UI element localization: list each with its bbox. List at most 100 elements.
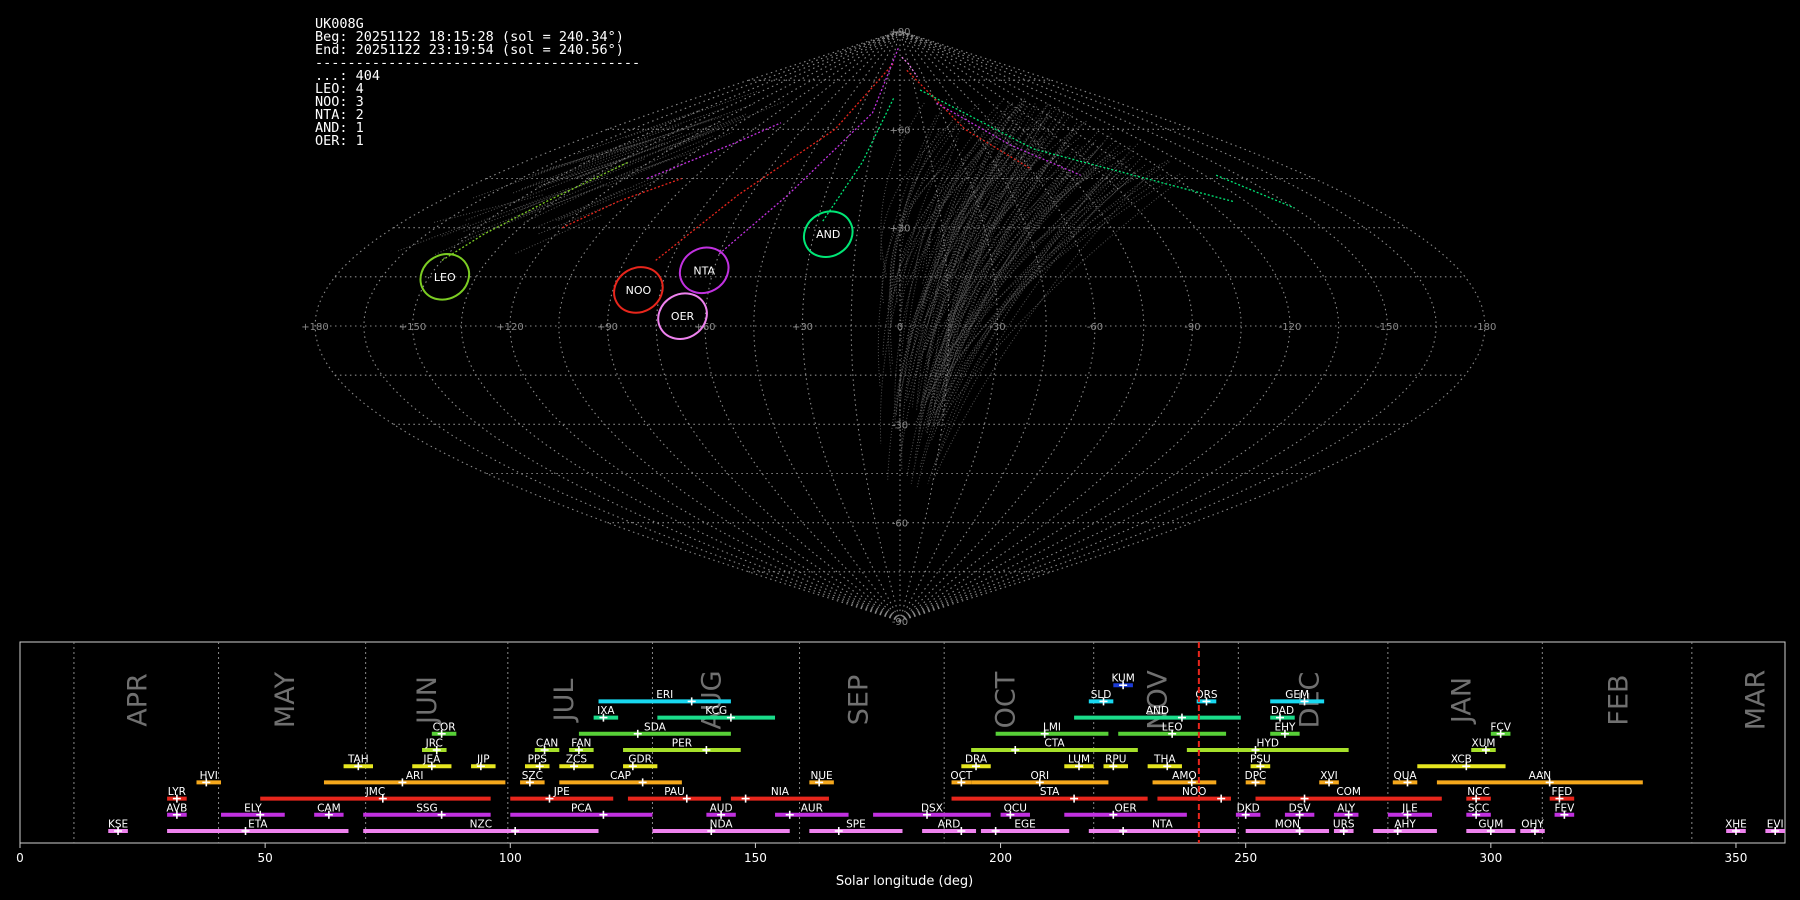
shower-label-sda: SDA: [644, 721, 667, 733]
latitude-label: -60: [892, 519, 908, 530]
shower-label-pau: PAU: [664, 786, 685, 798]
sporadic-trail: [577, 108, 703, 155]
sporadic-trail: [917, 129, 1016, 443]
shower-label-ehy: EHY: [1274, 721, 1296, 733]
shower-label-evi: EVI: [1767, 819, 1784, 831]
shower-label-rpu: RPU: [1105, 754, 1126, 766]
shower-label-ncc: NCC: [1467, 786, 1490, 798]
latitude-label: -90: [892, 617, 908, 628]
longitude-label: -60: [1087, 322, 1103, 333]
shower-label-jmc: JMC: [365, 786, 386, 798]
longitude-label: -90: [1184, 322, 1200, 333]
sporadic-trail: [911, 150, 1015, 408]
shower-label-urs: URS: [1333, 819, 1355, 831]
shower-label-cap: CAP: [610, 770, 631, 782]
shower-label-noo: NOO: [1182, 786, 1206, 798]
longitude-label: +30: [792, 322, 813, 333]
longitude-label: +150: [399, 322, 426, 333]
shower-label-oct: OCT: [950, 770, 973, 782]
shower-label-aud: AUD: [710, 802, 733, 814]
month-label-apr: APR: [123, 673, 154, 727]
longitude-label: -120: [1279, 322, 1302, 333]
shower-label-scc: SCC: [1468, 802, 1489, 814]
longitude-label: -180: [1474, 322, 1497, 333]
meteor-radiant-figure: UK008G Beg: 20251122 18:15:28 (sol = 240.…: [0, 0, 1800, 900]
shower-label-com: COM: [1336, 786, 1361, 798]
sporadic-trail: [915, 119, 1022, 375]
x-tick-label: 0: [16, 851, 24, 865]
shower-label-kse: KSE: [108, 819, 128, 831]
shower-label-hvi: HVI: [200, 770, 218, 782]
shower-label-fcv: FCV: [1490, 721, 1511, 733]
sporadic-trail: [906, 171, 1033, 477]
meridian-line: [899, 30, 1389, 622]
shower-label-ixa: IXA: [597, 705, 615, 717]
shower-label-qua: QUA: [1393, 770, 1417, 782]
shower-label-jpe: JPE: [553, 786, 570, 798]
shower-label-dsv: DSV: [1289, 802, 1312, 814]
shower-label-zcs: ZCS: [566, 754, 588, 766]
shower-label-nia: NIA: [771, 786, 790, 798]
shower-activity-timeline: APR MAY JUN JUL AUG SEP OCT NOV DEC JAN FEB MARKUME…: [16, 641, 1786, 889]
shower-label-nda: NDA: [710, 819, 734, 831]
sporadic-trail: [582, 134, 701, 183]
shower-trail: [906, 69, 1031, 170]
radiant-and-label: AND: [816, 228, 840, 241]
shower-label-xcb: XCB: [1451, 754, 1472, 766]
radiant-nta-label: NTA: [693, 264, 715, 277]
shower-label-szc: SZC: [522, 770, 543, 782]
sporadic-trail: [547, 158, 670, 208]
month-label-oct: OCT: [990, 671, 1021, 728]
month-label-jan: JAN: [1446, 677, 1477, 725]
sporadic-trail: [955, 111, 1067, 345]
shower-label-nta: NTA: [1152, 819, 1173, 831]
shower-label-kcg: KCG: [705, 705, 727, 717]
shower-label-ahy: AHY: [1394, 819, 1416, 831]
shower-label-sld: SLD: [1091, 689, 1112, 701]
shower-label-spe: SPE: [846, 819, 866, 831]
x-tick-label: 100: [499, 851, 522, 865]
shower-label-jrc: JRC: [425, 738, 443, 750]
sporadic-trail: [625, 90, 760, 138]
sporadic-trail: [939, 112, 1067, 385]
sporadic-trail: [541, 137, 649, 172]
shower-label-lum: LUM: [1068, 754, 1090, 766]
shower-label-xvi: XVI: [1320, 770, 1337, 782]
month-label-feb: FEB: [1603, 674, 1634, 725]
sporadic-trail: [936, 155, 1134, 374]
shower-label-kum: KUM: [1111, 673, 1134, 685]
sporadic-trail: [954, 120, 1087, 276]
sporadic-trail: [906, 159, 1003, 403]
shower-label-aly: ALY: [1337, 802, 1356, 814]
shower-label-eta: ETA: [248, 819, 268, 831]
shower-trail: [441, 161, 629, 261]
shower-label-can: CAN: [536, 738, 558, 750]
shower-trail: [1215, 174, 1295, 209]
sporadic-trail: [465, 168, 598, 221]
sporadic-trail: [643, 108, 725, 137]
shower-label-cam: CAM: [317, 802, 341, 814]
radiant-leo-label: LEO: [434, 271, 456, 284]
x-axis-label: Solar longitude (deg): [836, 874, 973, 889]
sporadic-trail: [578, 141, 665, 179]
sporadic-trail: [925, 139, 1097, 435]
sporadic-trail: [533, 187, 627, 230]
x-tick-label: 250: [1234, 851, 1257, 865]
shower-label-dkd: DKD: [1237, 802, 1260, 814]
shower-label-aan: AAN: [1529, 770, 1552, 782]
shower-label-nue: NUE: [811, 770, 833, 782]
shower-label-lmi: LMI: [1043, 721, 1061, 733]
shower-label-leo: LEO: [1162, 721, 1183, 733]
shower-label-fan: FAN: [571, 738, 591, 750]
sporadic-trail: [665, 115, 744, 151]
month-label-may: MAY: [270, 671, 301, 728]
shower-label-pca: PCA: [571, 802, 593, 814]
shower-label-cor: COR: [433, 721, 456, 733]
shower-label-jle: JLE: [1401, 802, 1418, 814]
month-label-jul: JUL: [549, 679, 580, 724]
shower-label-ocu: OCU: [1004, 802, 1027, 814]
shower-label-ohy: OHY: [1521, 819, 1544, 831]
sporadic-trail: [893, 144, 954, 292]
longitude-label: +90: [597, 322, 618, 333]
shower-label-cta: CTA: [1044, 738, 1065, 750]
